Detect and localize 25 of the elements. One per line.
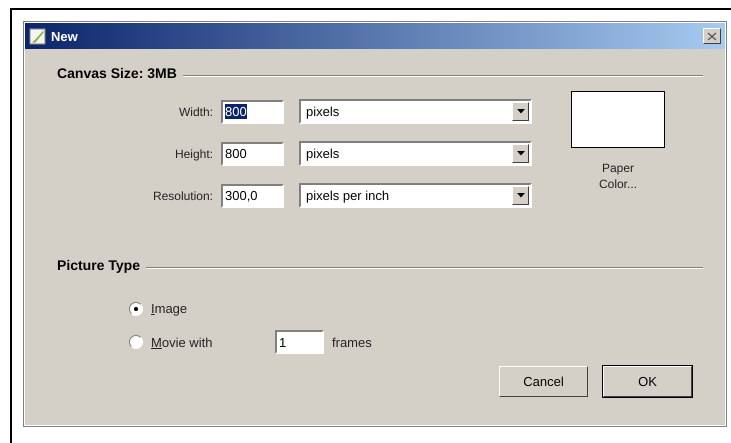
option-label[interactable]: Movie with [151, 334, 271, 350]
dialog-button[interactable]: Cancel [499, 366, 588, 397]
radio-button[interactable] [129, 335, 143, 349]
section-heading: Picture Type [57, 257, 140, 273]
window-title: New [51, 28, 78, 44]
paper-color-swatch[interactable] [571, 91, 665, 148]
field-label: Height: [174, 146, 214, 160]
paint-brush-icon [29, 27, 47, 45]
unit-dropdown[interactable]: pixels per inch [299, 183, 532, 208]
unit-dropdown[interactable]: pixels [299, 99, 532, 124]
frames-label: frames [332, 334, 372, 350]
option-label[interactable]: Image [151, 301, 271, 316]
paper-color-label: Paper Color... [598, 160, 638, 192]
input-field[interactable]: 300,0 [221, 184, 284, 208]
close-button[interactable] [703, 28, 721, 44]
frames-input[interactable]: 1 [275, 330, 324, 354]
close-icon [707, 32, 717, 40]
section-heading: Canvas Size: 3MB [57, 65, 177, 81]
field-label: Resolution: [152, 188, 214, 202]
radio-button[interactable] [129, 302, 143, 316]
input-field[interactable]: 800 [221, 142, 284, 166]
input-field[interactable]: 800 [221, 100, 284, 124]
dialog-button[interactable]: OK [603, 366, 692, 397]
field-label: Width: [178, 104, 214, 118]
unit-dropdown[interactable]: pixels [299, 141, 532, 166]
